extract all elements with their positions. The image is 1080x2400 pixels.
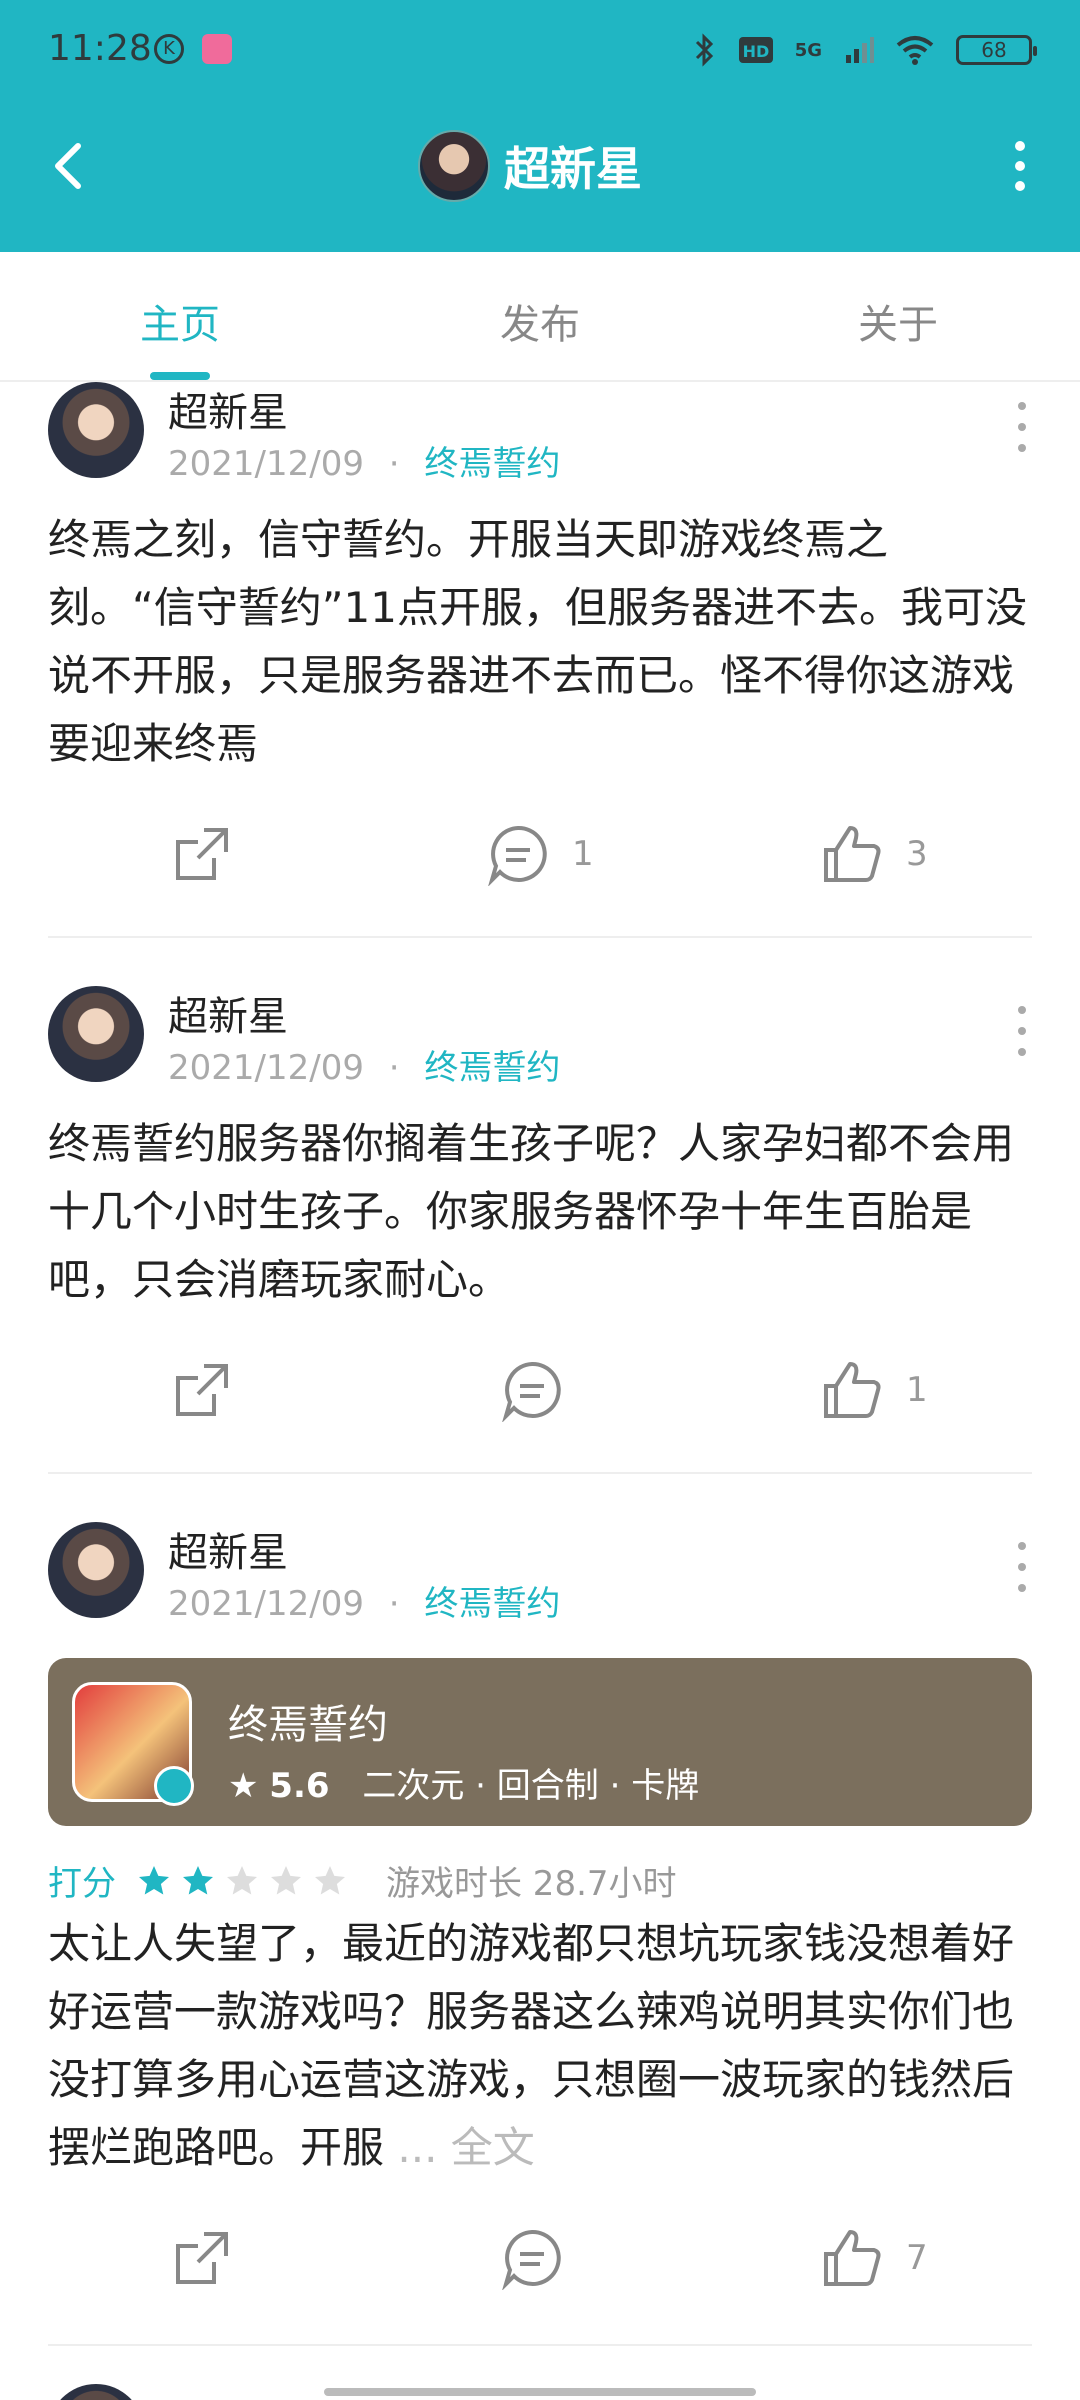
post-game-link[interactable]: 终焉誓约	[424, 1048, 560, 1088]
tab-home[interactable]: 主页	[140, 292, 220, 350]
post-meta: 2021/12/09 · 终焉誓约	[168, 1040, 560, 1089]
playtime: 游戏时长 28.7小时	[386, 1864, 677, 1904]
post-more-button[interactable]	[1012, 402, 1032, 452]
status-bar: 11:28 K HD 5G 68	[0, 0, 1080, 100]
rating-stars	[136, 1863, 348, 1899]
rating-row: 打分 游戏时长 28.7小时	[48, 1856, 677, 1905]
like-count: 7	[906, 2238, 928, 2278]
battery-indicator: 68	[956, 35, 1037, 65]
rating-star-icon	[227, 1865, 257, 1894]
comment-button[interactable]	[500, 1350, 586, 1430]
post-date: 2021/12/09	[168, 1048, 364, 1088]
game-card[interactable]: 终焉誓约 ★ 5.6 二次元 · 回合制 · 卡牌	[48, 1658, 1032, 1826]
k-app-icon: K	[154, 34, 184, 64]
meta-separator: ·	[388, 1584, 400, 1624]
share-icon	[176, 1364, 228, 1416]
tab-publish[interactable]: 发布	[500, 292, 580, 350]
post-date: 2021/12/09	[168, 1584, 364, 1624]
like-button[interactable]: 1	[820, 1350, 928, 1430]
post-author[interactable]: 超新星	[168, 380, 288, 438]
tab-about[interactable]: 关于	[858, 292, 938, 350]
post-actions: 1 3	[0, 814, 1080, 894]
like-count: 1	[906, 1370, 928, 1410]
like-button[interactable]: 3	[820, 814, 928, 894]
notification-app-icon	[202, 34, 232, 64]
app-header: 11:28 K HD 5G 68 超新星	[0, 0, 1080, 252]
post-more-button[interactable]	[1012, 1006, 1032, 1056]
dot-icon	[1015, 141, 1025, 151]
game-badge-icon	[154, 1766, 194, 1806]
wifi-icon	[896, 36, 934, 65]
post-divider	[48, 1472, 1032, 1474]
tab-bar: 主页 发布 关于	[0, 252, 1080, 382]
post-game-link[interactable]: 终焉誓约	[424, 1584, 560, 1624]
more-options-button[interactable]	[990, 136, 1050, 196]
game-card-name: 终焉誓约	[228, 1702, 388, 1748]
post-game-link[interactable]: 终焉誓约	[424, 444, 560, 484]
comment-button[interactable]: 1	[486, 814, 594, 894]
home-indicator[interactable]	[324, 2388, 756, 2396]
like-count: 3	[906, 834, 928, 874]
rating-star-icon	[271, 1865, 301, 1894]
read-more-link[interactable]: ... 全文	[397, 2123, 534, 2172]
post-divider	[48, 2344, 1032, 2346]
post-avatar-partial[interactable]	[48, 2384, 144, 2400]
game-card-info: ★ 5.6 二次元 · 回合制 · 卡牌	[228, 1758, 699, 1807]
share-button[interactable]	[170, 814, 234, 894]
rating-star-icon	[183, 1865, 213, 1894]
post-author[interactable]: 超新星	[168, 984, 288, 1042]
game-tags: 二次元 · 回合制 · 卡牌	[362, 1766, 700, 1806]
like-button[interactable]: 7	[820, 2218, 928, 2298]
dot-icon	[1015, 181, 1025, 191]
star-icon: ★	[228, 1766, 259, 1806]
post-text[interactable]: 太让人失望了，最近的游戏都只想坑玩家钱没想着好好运营一款游戏吗？服务器这么辣鸡说…	[48, 1910, 1032, 2182]
rating-star-icon	[315, 1865, 345, 1894]
svg-text:HD: HD	[742, 42, 769, 61]
thumbs-up-icon	[824, 1362, 881, 1418]
share-button[interactable]	[170, 2218, 234, 2298]
post-avatar[interactable]	[48, 1522, 144, 1618]
post-divider	[48, 936, 1032, 938]
rating-label: 打分	[48, 1864, 116, 1904]
thumbs-up-icon	[824, 2230, 881, 2286]
network-label: 5G	[794, 39, 822, 61]
comment-icon	[488, 825, 547, 886]
post-more-button[interactable]	[1012, 1542, 1032, 1592]
post-author[interactable]: 超新星	[168, 1520, 288, 1578]
post-meta: 2021/12/09 · 终焉誓约	[168, 1576, 560, 1625]
post-date: 2021/12/09	[168, 444, 364, 484]
post-avatar[interactable]	[48, 382, 144, 478]
status-time: 11:28	[48, 28, 152, 69]
header-avatar	[418, 130, 490, 202]
comment-icon	[502, 1361, 561, 1422]
bluetooth-icon	[695, 33, 713, 67]
post-meta: 2021/12/09 · 终焉誓约	[168, 436, 560, 485]
meta-separator: ·	[388, 1048, 400, 1088]
hd-icon: HD	[738, 37, 773, 63]
signal-icon	[846, 37, 874, 63]
comment-count: 1	[572, 834, 594, 874]
post-actions: 7	[0, 2218, 1080, 2298]
post-text[interactable]: 终焉誓约服务器你搁着生孩子呢？人家孕妇都不会用十几个小时生孩子。你家服务器怀孕十…	[48, 1110, 1032, 1314]
status-icons: HD 5G 68	[693, 30, 1037, 70]
meta-separator: ·	[388, 444, 400, 484]
comment-button[interactable]	[500, 2218, 586, 2298]
post-avatar[interactable]	[48, 986, 144, 1082]
back-button[interactable]	[40, 136, 100, 196]
top-bar: 超新星	[0, 100, 1080, 252]
thumbs-up-icon	[824, 826, 881, 882]
tab-indicator	[150, 372, 210, 380]
post-text[interactable]: 终焉之刻，信守誓约。开服当天即游戏终焉之刻。“信守誓约”11点开服，但服务器进不…	[48, 506, 1032, 778]
dot-icon	[1015, 161, 1025, 171]
post-actions: 1	[0, 1350, 1080, 1430]
share-icon	[176, 828, 228, 880]
rating-star-icon	[139, 1865, 169, 1894]
share-icon	[176, 2232, 228, 2284]
comment-icon	[502, 2229, 561, 2290]
share-button[interactable]	[170, 1350, 234, 1430]
game-score: 5.6	[269, 1766, 330, 1806]
chevron-left-icon	[55, 143, 81, 189]
page-title: 超新星	[504, 142, 642, 196]
profile-title: 超新星	[418, 126, 642, 206]
